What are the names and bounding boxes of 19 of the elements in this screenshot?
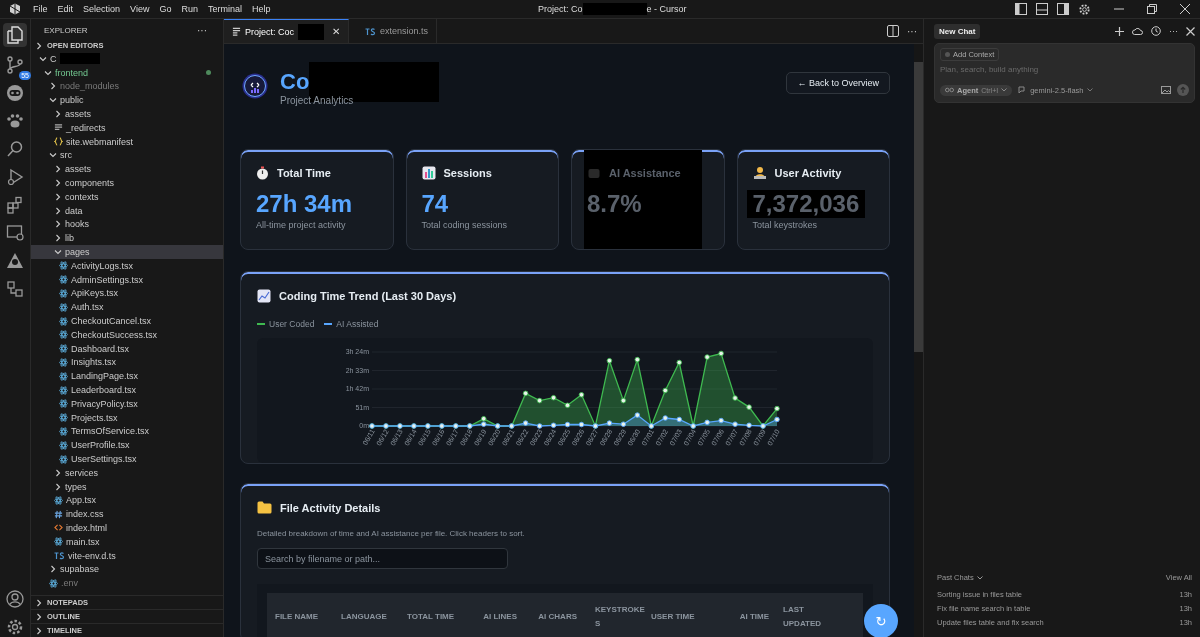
stat-caption: Total coding sessions	[421, 220, 509, 230]
window-title: e - Cursor	[646, 4, 687, 14]
page-title: Co	[280, 69, 310, 95]
section-title: Coding Time Trend (Last 30 Days)	[279, 290, 457, 302]
stat-title: Sessions	[443, 167, 492, 179]
explorer-title: EXPLORER	[44, 26, 88, 35]
section-description: Detailed breakdown of time and AI assistance per file. Click headers to sort.	[257, 529, 526, 538]
stat-caption: All-time project activity	[256, 220, 347, 230]
stat-value: 27h 34m	[256, 190, 353, 218]
stat-value: 74	[421, 190, 449, 218]
stat-value: 7,372,036	[746, 190, 866, 218]
stat-title: User Activity	[774, 167, 842, 179]
stat-value: 8.7%	[587, 190, 642, 218]
section-title: File Activity Details	[280, 501, 381, 514]
stat-caption: Total keystrokes	[752, 220, 819, 230]
stat-title: AI Assistance	[609, 167, 681, 179]
stat-title: Total Time	[277, 167, 331, 179]
window-title: Project: Co	[538, 4, 583, 14]
page-subtitle: Project Analytics	[280, 95, 355, 106]
